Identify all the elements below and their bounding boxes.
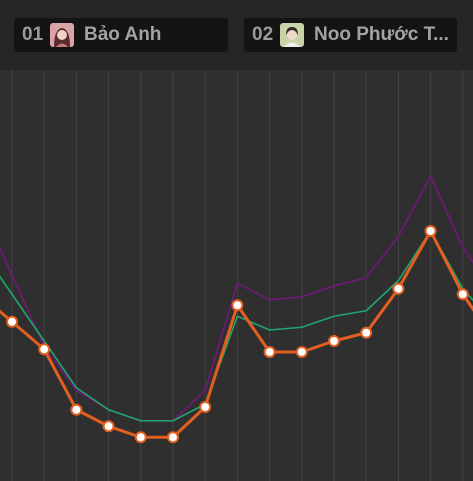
series-1-point[interactable] — [456, 288, 469, 301]
series-3-line — [0, 175, 473, 422]
series-1-point[interactable] — [70, 403, 83, 416]
series-1-point[interactable] — [38, 343, 51, 356]
series-1-point[interactable] — [360, 326, 373, 339]
series-1-point[interactable] — [392, 282, 405, 295]
rank-number: 01 — [22, 24, 44, 45]
ranking-item-1[interactable]: 01 Bảo Anh — [14, 18, 228, 52]
series-1-point[interactable] — [6, 315, 18, 328]
series-1-point[interactable] — [328, 335, 340, 347]
ranking-bar: 01 Bảo Anh 02 Noo Phước T... — [0, 0, 473, 70]
series-2-line — [0, 230, 473, 422]
series-1-point[interactable] — [295, 346, 308, 358]
artist-photo-icon — [280, 23, 304, 47]
artist-photo-icon — [50, 23, 74, 47]
series-1-point[interactable] — [102, 420, 115, 433]
series-1-point[interactable] — [263, 346, 276, 358]
ranking-item-2[interactable]: 02 Noo Phước T... — [244, 18, 457, 52]
rank-number: 02 — [252, 24, 274, 45]
series-1-point[interactable] — [167, 431, 179, 444]
series-1-point[interactable] — [199, 401, 212, 413]
trend-chart — [0, 70, 473, 481]
artist-name: Noo Phước T... — [314, 24, 449, 45]
line-chart — [0, 70, 473, 481]
series-1-line — [0, 229, 473, 439]
series-1-point[interactable] — [134, 431, 147, 444]
series-1-point[interactable] — [231, 299, 244, 312]
series-1-point[interactable] — [424, 225, 437, 237]
artist-name: Bảo Anh — [84, 24, 162, 45]
